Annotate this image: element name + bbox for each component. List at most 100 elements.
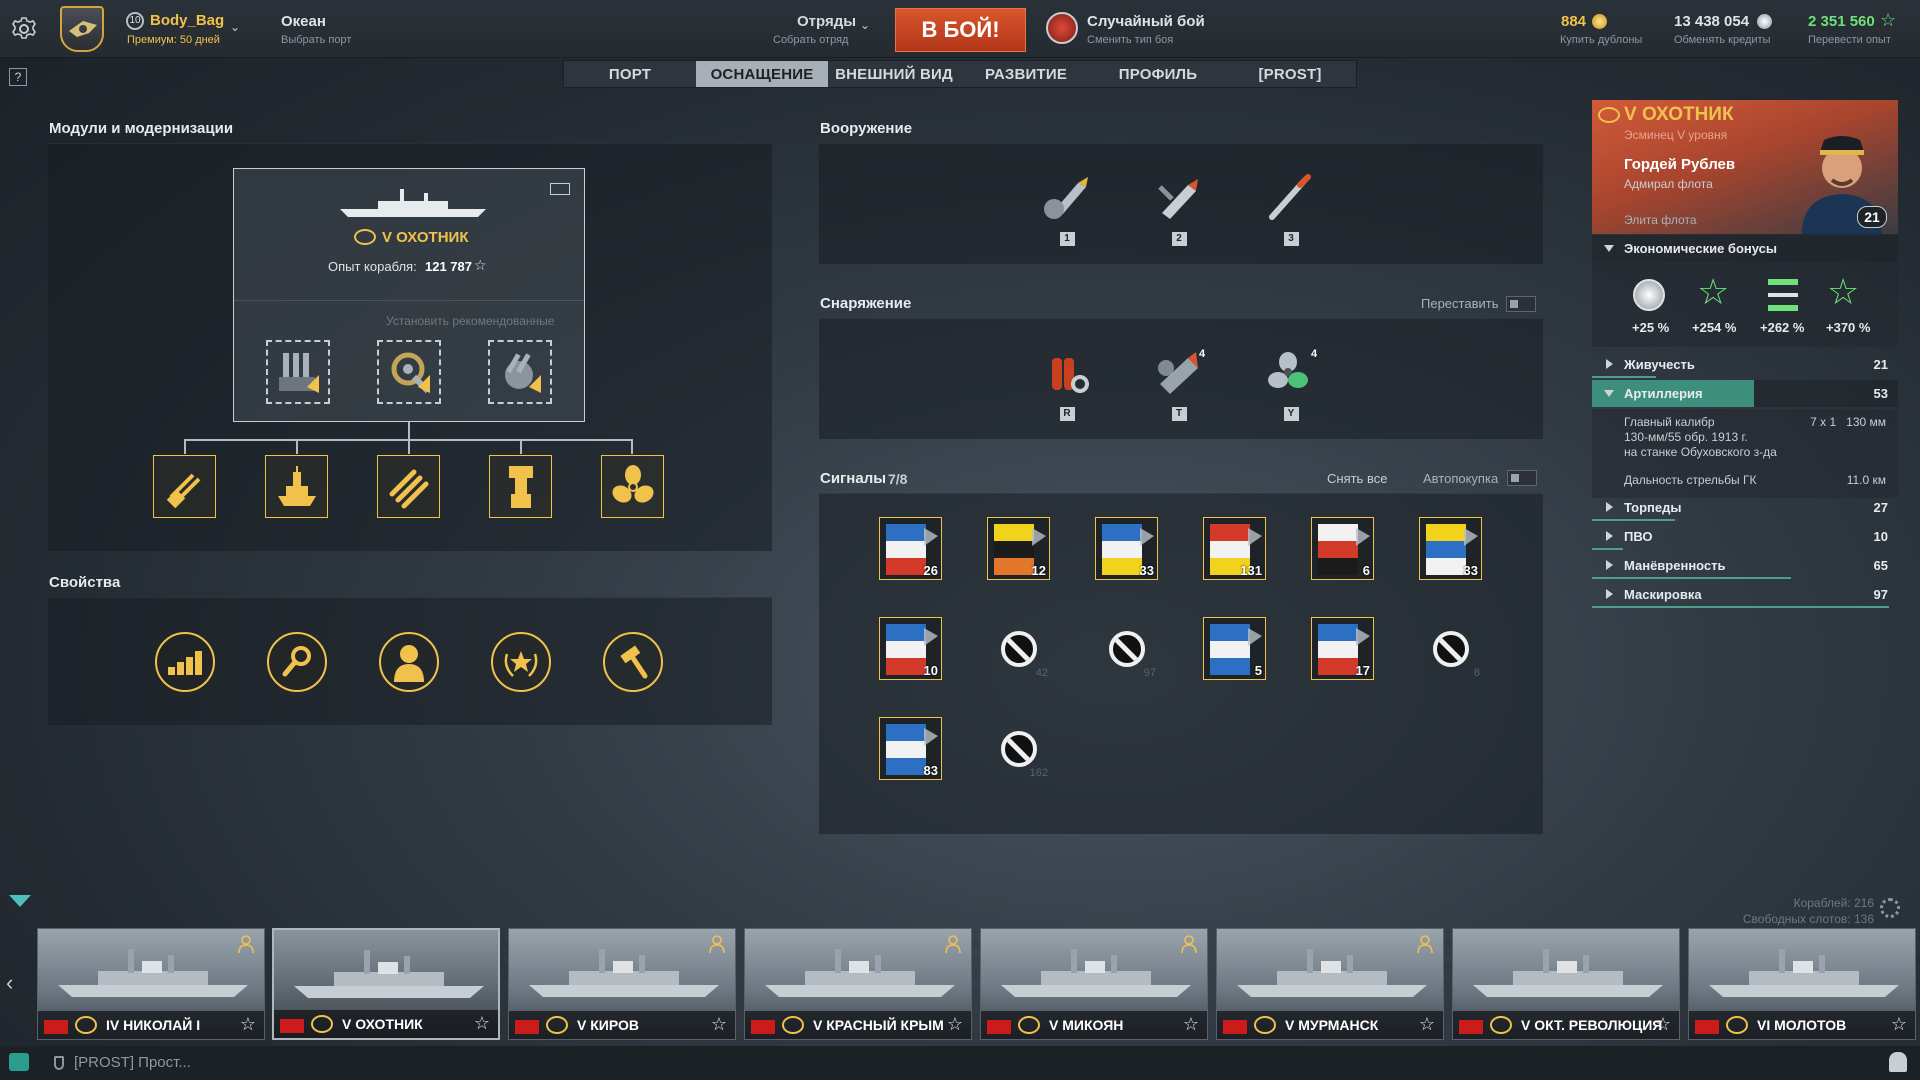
commander-name[interactable]: Гордей Рублев bbox=[1624, 156, 1735, 173]
battle-type-subtitle[interactable]: Сменить тип боя bbox=[1087, 34, 1173, 46]
install-recommended-button[interactable]: Установить рекомендованные bbox=[386, 314, 554, 328]
stat-row[interactable]: Торпеды 27 bbox=[1592, 494, 1898, 521]
ship-card-name: V КРАСНЫЙ КРЫМ bbox=[813, 1017, 944, 1033]
battle-type-title[interactable]: Случайный бой bbox=[1087, 13, 1205, 30]
battle-button[interactable]: В БОЙ! bbox=[895, 8, 1026, 52]
help-button[interactable]: ? bbox=[9, 68, 27, 86]
notification-bell-icon[interactable] bbox=[1889, 1052, 1907, 1072]
star-icon[interactable]: ☆ bbox=[474, 1013, 490, 1034]
smoke-generator-icon bbox=[1158, 352, 1198, 394]
property-commander[interactable] bbox=[379, 632, 439, 692]
star-icon[interactable]: ☆ bbox=[947, 1014, 963, 1035]
ship-card[interactable]: V МУРМАНСК ☆ bbox=[1216, 928, 1444, 1040]
player-name[interactable]: Body_Bag bbox=[150, 12, 224, 29]
clan-emblem-icon[interactable] bbox=[60, 6, 104, 52]
star-icon[interactable]: ☆ bbox=[1655, 1014, 1671, 1035]
main-caliber-label: Главный калибр bbox=[1624, 415, 1715, 429]
squad-title[interactable]: Отряды bbox=[797, 13, 856, 30]
premium-status[interactable]: Премиум: 50 дней bbox=[127, 34, 220, 46]
chat-last-message[interactable]: [PROST] Прост... bbox=[74, 1054, 191, 1071]
credits-value[interactable]: 13 438 054 bbox=[1674, 13, 1749, 30]
squad-subtitle[interactable]: Собрать отряд bbox=[773, 34, 848, 46]
signal-flag[interactable]: 5 bbox=[1203, 617, 1266, 680]
free-xp-subtitle[interactable]: Перевести опыт bbox=[1808, 34, 1891, 46]
ship-card[interactable]: IV НИКОЛАЙ I ☆ bbox=[37, 928, 265, 1040]
module-artillery[interactable] bbox=[153, 455, 216, 518]
module-fire-control[interactable] bbox=[489, 455, 552, 518]
rearrange-toggle[interactable] bbox=[1506, 296, 1536, 312]
property-service[interactable] bbox=[267, 632, 327, 692]
doubloons-value[interactable]: 884 bbox=[1561, 13, 1586, 30]
stat-row[interactable]: Манёвренность 65 bbox=[1592, 552, 1898, 579]
star-icon[interactable]: ☆ bbox=[1183, 1014, 1199, 1035]
remove-all-button[interactable]: Снять все bbox=[1327, 471, 1387, 486]
star-icon[interactable]: ☆ bbox=[1419, 1014, 1435, 1035]
consumable-damage-control[interactable]: R bbox=[1037, 348, 1097, 421]
ship-card[interactable]: V ОКТ. РЕВОЛЮЦИЯ ☆ bbox=[1452, 928, 1680, 1040]
weapon-main-battery[interactable]: 1 bbox=[1037, 173, 1097, 246]
consumable-engine-boost[interactable]: 4 Y bbox=[1261, 348, 1321, 421]
tab-clan[interactable]: [PROST] bbox=[1224, 61, 1356, 87]
upgrade-slot-3[interactable] bbox=[488, 340, 552, 404]
autobuy-toggle[interactable] bbox=[1507, 470, 1537, 486]
stat-row[interactable]: ПВО 10 bbox=[1592, 523, 1898, 550]
tab-profile[interactable]: ПРОФИЛЬ bbox=[1092, 61, 1224, 87]
ship-card[interactable]: VI МОЛОТОВ ☆ bbox=[1688, 928, 1916, 1040]
signal-slot-empty[interactable]: 42 bbox=[987, 617, 1050, 680]
eco-bonus-value: +25 % bbox=[1632, 320, 1670, 335]
ship-card[interactable]: V КРАСНЫЙ КРЫМ ☆ bbox=[744, 928, 972, 1040]
carousel-left-arrow[interactable]: ‹ bbox=[6, 970, 13, 996]
settings-gear-icon[interactable] bbox=[12, 17, 36, 41]
chevron-down-icon[interactable]: ⌄ bbox=[230, 20, 240, 34]
tab-port[interactable]: ПОРТ bbox=[564, 61, 696, 87]
star-icon[interactable]: ☆ bbox=[711, 1014, 727, 1035]
signal-flag[interactable]: 83 bbox=[879, 717, 942, 780]
signal-slot-empty[interactable]: 162 bbox=[987, 717, 1050, 780]
signal-slot-empty[interactable]: 97 bbox=[1095, 617, 1158, 680]
ship-card[interactable]: V КИРОВ ☆ bbox=[508, 928, 736, 1040]
property-economy[interactable] bbox=[155, 632, 215, 692]
property-elite[interactable] bbox=[491, 632, 551, 692]
economic-bonuses-header[interactable]: Экономические бонусы bbox=[1592, 235, 1898, 262]
filter-icon[interactable] bbox=[9, 895, 31, 907]
signal-slot-empty[interactable]: 8 bbox=[1419, 617, 1482, 680]
tab-development[interactable]: РАЗВИТИЕ bbox=[960, 61, 1092, 87]
signal-flag[interactable]: 10 bbox=[879, 617, 942, 680]
signal-flag[interactable]: 6 bbox=[1311, 517, 1374, 580]
doubloons-subtitle[interactable]: Купить дублоны bbox=[1560, 34, 1642, 46]
ship-card[interactable]: V МИКОЯН ☆ bbox=[980, 928, 1208, 1040]
ship-card[interactable]: V ОХОТНИК ☆ bbox=[272, 928, 500, 1040]
property-repair[interactable] bbox=[603, 632, 663, 692]
battle-type-icon[interactable] bbox=[1046, 12, 1078, 44]
consumable-smoke[interactable]: 4 T bbox=[1149, 348, 1209, 421]
credits-subtitle[interactable]: Обменять кредиты bbox=[1674, 34, 1770, 46]
free-xp-value[interactable]: 2 351 560 bbox=[1808, 13, 1875, 30]
chat-bubble-icon[interactable] bbox=[9, 1053, 29, 1071]
port-title[interactable]: Океан bbox=[281, 13, 326, 30]
signal-flag[interactable]: 12 bbox=[987, 517, 1050, 580]
module-torpedoes[interactable] bbox=[377, 455, 440, 518]
tab-exterior[interactable]: ВНЕШНИЙ ВИД bbox=[828, 61, 960, 87]
weapon-ap-shell[interactable]: 2 bbox=[1149, 173, 1209, 246]
signal-flag[interactable]: 33 bbox=[1419, 517, 1482, 580]
camera-icon[interactable] bbox=[550, 183, 570, 195]
signal-flag[interactable]: 131 bbox=[1203, 517, 1266, 580]
tab-equipment[interactable]: ОСНАЩЕНИЕ bbox=[696, 61, 828, 87]
stat-row[interactable]: Артиллерия 53 bbox=[1592, 380, 1898, 407]
chevron-down-icon[interactable]: ⌄ bbox=[860, 18, 870, 32]
upgrade-slot-2[interactable] bbox=[377, 340, 441, 404]
carousel-settings-gear-icon[interactable] bbox=[1880, 898, 1900, 918]
star-icon[interactable]: ☆ bbox=[240, 1014, 256, 1035]
signal-flag[interactable]: 33 bbox=[1095, 517, 1158, 580]
module-engine[interactable] bbox=[601, 455, 664, 518]
stat-row[interactable]: Маскировка 97 bbox=[1592, 581, 1898, 608]
signal-flag[interactable]: 26 bbox=[879, 517, 942, 580]
port-subtitle[interactable]: Выбрать порт bbox=[281, 34, 351, 46]
stat-row[interactable]: Живучесть 21 bbox=[1592, 351, 1898, 378]
star-icon[interactable]: ☆ bbox=[1891, 1014, 1907, 1035]
chevron-down-icon bbox=[1604, 390, 1614, 397]
upgrade-slot-1[interactable] bbox=[266, 340, 330, 404]
module-hull[interactable] bbox=[265, 455, 328, 518]
weapon-torpedo[interactable]: 3 bbox=[1261, 173, 1321, 246]
signal-flag[interactable]: 17 bbox=[1311, 617, 1374, 680]
